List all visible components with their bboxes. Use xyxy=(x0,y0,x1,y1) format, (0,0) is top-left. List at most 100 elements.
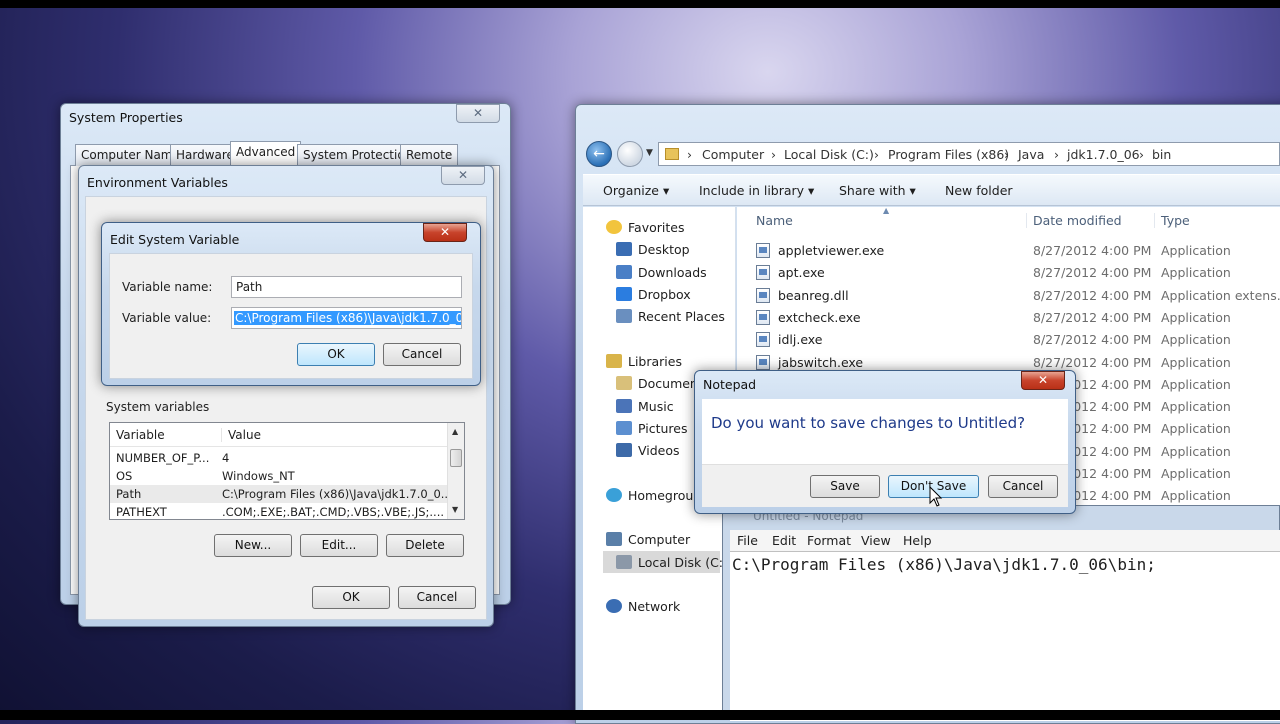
edit-variable-close-button[interactable]: ✕ xyxy=(423,223,467,242)
forward-button[interactable] xyxy=(617,141,643,167)
table-row[interactable]: NUMBER_OF_P... 4 xyxy=(110,449,464,467)
breadcrumb-jdk[interactable]: jdk1.7.0_06 xyxy=(1067,147,1140,162)
environment-variables-close-button[interactable]: ✕ xyxy=(441,166,485,185)
column-variable[interactable]: Variable xyxy=(116,428,165,442)
nav-dropbox[interactable]: Dropbox xyxy=(616,287,691,302)
file-type: Application xyxy=(1161,421,1231,437)
breadcrumb-separator-icon: › xyxy=(1139,147,1144,162)
notepad-text-area[interactable]: C:\Program Files (x86)\Java\jdk1.7.0_06\… xyxy=(730,551,1280,721)
nav-network[interactable]: Network xyxy=(606,599,680,614)
file-type: Application xyxy=(1161,443,1231,459)
application-file-icon xyxy=(756,309,770,325)
save-changes-message: Do you want to save changes to Untitled? xyxy=(711,414,1026,432)
env-cancel-button[interactable]: Cancel xyxy=(398,586,476,609)
edit-system-variable-title: Edit System Variable xyxy=(110,232,240,247)
new-folder-button[interactable]: New folder xyxy=(945,183,1013,198)
table-row[interactable]: Path C:\Program Files (x86)\Java\jdk1.7.… xyxy=(110,485,448,503)
variable-value-cell: 4 xyxy=(222,451,230,465)
history-dropdown-icon[interactable]: ▼ xyxy=(646,148,653,158)
nav-libraries[interactable]: Libraries xyxy=(606,354,682,369)
file-date: 8/27/2012 4:00 PM xyxy=(1033,265,1152,281)
breadcrumb-local-disk[interactable]: Local Disk (C:) xyxy=(784,147,874,162)
menu-file[interactable]: File xyxy=(737,533,758,548)
tab-advanced[interactable]: Advanced xyxy=(230,141,302,167)
nav-recent-places[interactable]: Recent Places xyxy=(616,309,725,324)
edit-ok-button[interactable]: OK xyxy=(297,343,375,366)
column-value[interactable]: Value xyxy=(221,428,261,442)
notepad-dialog-body: Do you want to save changes to Untitled? xyxy=(702,399,1068,464)
notepad-dialog-close-button[interactable]: ✕ xyxy=(1021,371,1065,390)
column-name[interactable]: Name xyxy=(756,213,793,228)
file-type: Application xyxy=(1161,488,1231,504)
edit-variable-button[interactable]: Edit... xyxy=(300,534,378,557)
file-row[interactable]: appletviewer.exe 8/27/2012 4:00 PM Applica… xyxy=(756,240,1280,262)
variable-name-cell: NUMBER_OF_P... xyxy=(116,451,210,465)
file-date: 8/27/2012 4:00 PM xyxy=(1033,287,1152,303)
env-ok-button[interactable]: OK xyxy=(312,586,390,609)
tab-remote[interactable]: Remote xyxy=(400,144,459,166)
table-row[interactable]: OS Windows_NT xyxy=(110,467,464,485)
nav-desktop[interactable]: Desktop xyxy=(616,242,690,257)
recent-places-icon xyxy=(616,309,632,323)
breadcrumb-computer[interactable]: Computer xyxy=(702,147,764,162)
edit-system-variable-dialog: Edit System Variable ✕ Variable name: Pa… xyxy=(101,222,481,386)
system-properties-title: System Properties xyxy=(69,110,183,125)
letterbox-bottom xyxy=(0,710,1280,720)
back-button[interactable]: ← xyxy=(586,141,612,167)
scrollbar-thumb[interactable] xyxy=(450,449,462,467)
variable-value-cell: C:\Program Files (x86)\Java\jdk1.7.0_0..… xyxy=(222,487,447,501)
menu-view[interactable]: View xyxy=(861,533,891,548)
address-bar[interactable]: › Computer › Local Disk (C:) › Program F… xyxy=(658,142,1280,166)
star-icon xyxy=(606,220,622,234)
file-name: extcheck.exe xyxy=(778,309,861,325)
breadcrumb-java[interactable]: Java xyxy=(1018,147,1044,162)
variable-name-label: Variable name: xyxy=(122,280,213,294)
menu-format[interactable]: Format xyxy=(807,533,851,548)
menu-edit[interactable]: Edit xyxy=(772,533,796,548)
variable-value-field[interactable]: C:\Program Files (x86)\Java\jdk1.7.0_06\… xyxy=(231,307,462,329)
edit-cancel-button[interactable]: Cancel xyxy=(383,343,461,366)
save-button[interactable]: Save xyxy=(810,475,880,498)
file-row[interactable]: beanreg.dll 8/27/2012 4:00 PM Application … xyxy=(756,285,1280,307)
nav-videos[interactable]: Videos xyxy=(616,443,680,458)
delete-variable-button[interactable]: Delete xyxy=(386,534,464,557)
nav-pictures[interactable]: Pictures xyxy=(616,421,688,436)
nav-documents[interactable]: Documen xyxy=(616,376,698,391)
scroll-up-arrow-icon[interactable]: ▲ xyxy=(452,427,458,436)
explorer-toolbar: Organize ▾ Include in library ▾ Share wi… xyxy=(583,174,1280,206)
file-type: Application xyxy=(1161,332,1231,348)
notepad-dialog-title: Notepad xyxy=(703,377,757,392)
nav-music[interactable]: Music xyxy=(616,399,674,414)
share-with-menu[interactable]: Share with ▾ xyxy=(839,183,916,198)
local-disk-icon xyxy=(616,555,632,569)
nav-downloads[interactable]: Downloads xyxy=(616,265,707,280)
notepad-cancel-button[interactable]: Cancel xyxy=(988,475,1058,498)
file-row[interactable]: idlj.exe 8/27/2012 4:00 PM Application xyxy=(756,329,1280,351)
file-row[interactable]: apt.exe 8/27/2012 4:00 PM Application xyxy=(756,262,1280,284)
file-type: Application xyxy=(1161,309,1231,325)
organize-menu[interactable]: Organize ▾ xyxy=(603,183,669,198)
column-type[interactable]: Type xyxy=(1154,213,1190,228)
file-date: 8/27/2012 4:00 PM xyxy=(1033,332,1152,348)
homegroup-icon xyxy=(606,488,622,502)
variable-name-cell: PATHEXT xyxy=(116,505,167,519)
nav-homegroup[interactable]: Homegrou xyxy=(606,488,693,503)
breadcrumb-program-files[interactable]: Program Files (x86) xyxy=(888,147,1009,162)
menu-help[interactable]: Help xyxy=(903,533,932,548)
file-row[interactable]: extcheck.exe 8/27/2012 4:00 PM Application xyxy=(756,307,1280,329)
vertical-scrollbar[interactable]: ▲ ▼ xyxy=(447,423,464,519)
computer-icon xyxy=(606,532,622,546)
column-date-modified[interactable]: Date modified xyxy=(1026,213,1122,228)
system-properties-close-button[interactable]: ✕ xyxy=(456,104,500,123)
nav-favorites[interactable]: Favorites xyxy=(606,220,684,235)
nav-local-disk[interactable]: Local Disk (C:) xyxy=(603,551,728,573)
scroll-down-arrow-icon[interactable]: ▼ xyxy=(452,505,458,514)
variable-name-field[interactable]: Path xyxy=(231,276,462,298)
new-variable-button[interactable]: New... xyxy=(214,534,292,557)
include-in-library-menu[interactable]: Include in library ▾ xyxy=(699,183,814,198)
breadcrumb-bin[interactable]: bin xyxy=(1152,147,1171,162)
list-header: Variable Value xyxy=(110,423,448,447)
nav-computer[interactable]: Computer xyxy=(606,532,690,547)
dropbox-icon xyxy=(616,287,632,301)
table-row[interactable]: PATHEXT .COM;.EXE;.BAT;.CMD;.VBS;.VBE;.J… xyxy=(110,503,464,519)
